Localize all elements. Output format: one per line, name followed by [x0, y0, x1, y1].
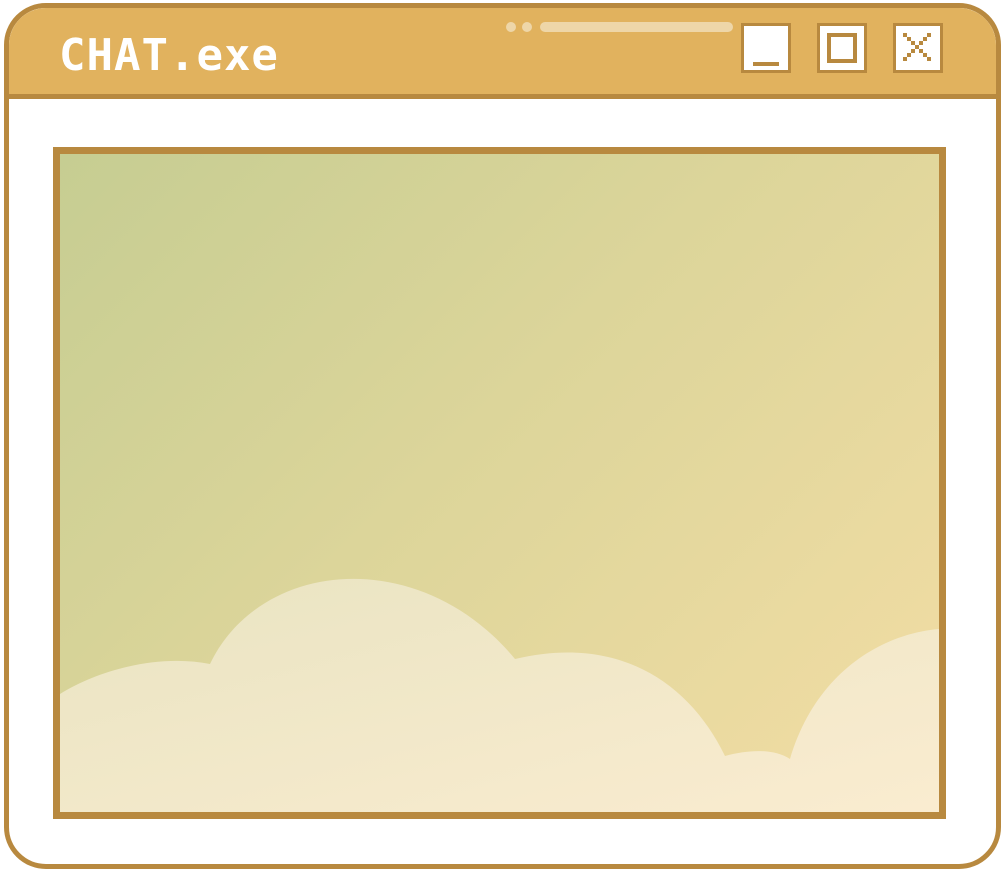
chat-content-area [53, 147, 946, 819]
window-title: CHAT.exe [59, 30, 279, 81]
minimize-button[interactable] [741, 23, 791, 73]
maximize-icon [827, 33, 857, 63]
close-button[interactable] [893, 23, 943, 73]
minimize-icon [753, 62, 779, 66]
clouds-illustration [60, 578, 939, 812]
title-bar[interactable]: CHAT.exe [9, 8, 996, 99]
titlebar-decor-dot [506, 22, 516, 32]
cloud [60, 578, 939, 812]
maximize-button[interactable] [817, 23, 867, 73]
chat-window: CHAT.exe [4, 3, 1001, 869]
titlebar-decor-dot [522, 22, 532, 32]
titlebar-decor-bar [540, 22, 733, 32]
close-icon [903, 33, 931, 61]
